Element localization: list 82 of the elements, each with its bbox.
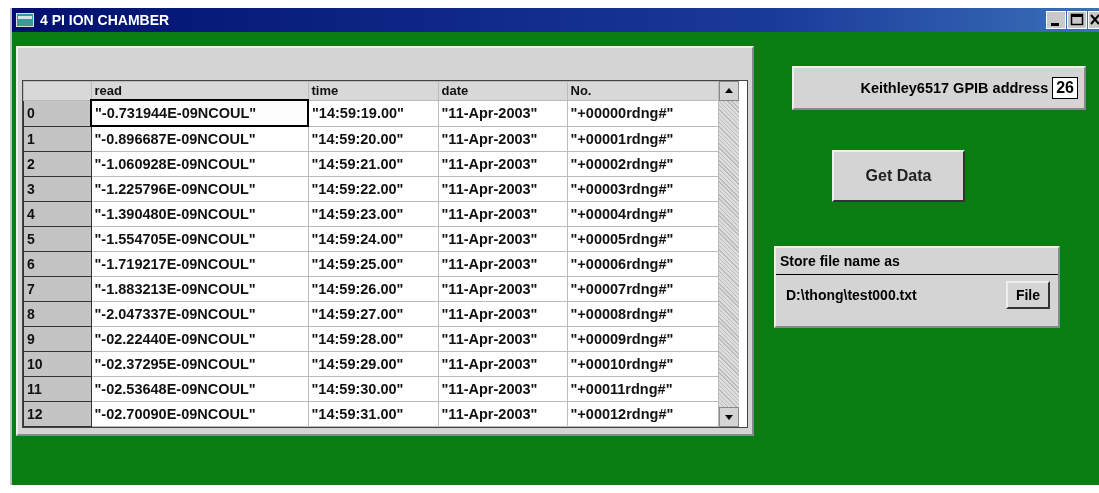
table-cell: "-02.53648E-09NCOUL": [91, 376, 308, 402]
table-cell: "11-Apr-2003": [438, 201, 567, 227]
table-cell: "-1.390480E-09NCOUL": [91, 201, 308, 227]
table-cell: "11-Apr-2003": [438, 401, 567, 427]
table-cell: "+00010rdng#": [567, 351, 718, 377]
scroll-up-icon[interactable]: [718, 81, 739, 101]
table-cell: "+00001rdng#": [567, 126, 718, 152]
file-path: D:\thong\test000.txt: [786, 287, 918, 303]
table-cell: "14:59:24.00": [308, 226, 438, 252]
scroll-down-icon[interactable]: [718, 407, 739, 427]
table-cell: "-02.37295E-09NCOUL": [91, 351, 308, 377]
table-cell: "-1.883213E-09NCOUL": [91, 276, 308, 302]
table-cell: "-1.554705E-09NCOUL": [91, 226, 308, 252]
file-button[interactable]: File: [1005, 281, 1050, 309]
scrollbar[interactable]: [718, 81, 739, 427]
table-cell: "14:59:20.00": [308, 126, 438, 152]
table-cell: "14:59:28.00": [308, 326, 438, 352]
store-label: Store file name as: [780, 253, 900, 269]
close-icon[interactable]: [1088, 11, 1099, 29]
table-cell: "14:59:22.00": [308, 176, 438, 202]
row-header[interactable]: 0: [23, 100, 91, 126]
row-header[interactable]: 5: [23, 226, 91, 252]
row-header[interactable]: 10: [23, 351, 91, 377]
row-header[interactable]: 6: [23, 251, 91, 277]
table-cell: "14:59:25.00": [308, 251, 438, 277]
table-cell: "11-Apr-2003": [438, 100, 567, 126]
row-header[interactable]: 12: [23, 401, 91, 427]
table-cell: "11-Apr-2003": [438, 226, 567, 252]
table-cell: "-1.225796E-09NCOUL": [91, 176, 308, 202]
table-cell: "11-Apr-2003": [438, 126, 567, 152]
table-cell: "-2.047337E-09NCOUL": [91, 301, 308, 327]
table-cell: "-0.731944E-09NCOUL": [91, 100, 308, 126]
table-cell: "+00011rdng#": [567, 376, 718, 402]
column-header: time: [308, 81, 438, 100]
app-icon: [16, 13, 34, 27]
table-cell: "-02.22440E-09NCOUL": [91, 326, 308, 352]
table-cell: "14:59:19.00": [308, 100, 438, 126]
table-cell: "+00009rdng#": [567, 326, 718, 352]
row-header[interactable]: 2: [23, 151, 91, 177]
column-header: date: [438, 81, 567, 100]
table-cell: "14:59:29.00": [308, 351, 438, 377]
minimize-icon[interactable]: [1046, 11, 1066, 29]
table-cell: "14:59:21.00": [308, 151, 438, 177]
row-header[interactable]: 4: [23, 201, 91, 227]
table-cell: "11-Apr-2003": [438, 351, 567, 377]
row-header[interactable]: 9: [23, 326, 91, 352]
row-header[interactable]: 1: [23, 126, 91, 152]
window-title: 4 PI ION CHAMBER: [40, 12, 170, 28]
table-cell: "14:59:30.00": [308, 376, 438, 402]
table-cell: "11-Apr-2003": [438, 326, 567, 352]
row-header[interactable]: 3: [23, 176, 91, 202]
row-header[interactable]: 11: [23, 376, 91, 402]
table-cell: "+00007rdng#": [567, 276, 718, 302]
table-cell: "14:59:23.00": [308, 201, 438, 227]
table-cell: "14:59:27.00": [308, 301, 438, 327]
address-field[interactable]: 26: [1052, 77, 1078, 99]
gpib-label: Keithley6517 GPIB address: [860, 80, 1049, 96]
table-cell: "+00005rdng#": [567, 226, 718, 252]
row-header[interactable]: 8: [23, 301, 91, 327]
table-cell: "11-Apr-2003": [438, 151, 567, 177]
table-cell: "11-Apr-2003": [438, 376, 567, 402]
table-cell: "-1.719217E-09NCOUL": [91, 251, 308, 277]
table-cell: "+00000rdng#": [567, 100, 718, 126]
table-cell: "+00004rdng#": [567, 201, 718, 227]
get-data-button[interactable]: Get Data: [832, 150, 965, 202]
table-cell: "+00003rdng#": [567, 176, 718, 202]
row-header[interactable]: 7: [23, 276, 91, 302]
table-cell: "11-Apr-2003": [438, 176, 567, 202]
table-cell: "+00002rdng#": [567, 151, 718, 177]
table-cell: "-02.70090E-09NCOUL": [91, 401, 308, 427]
table-cell: "11-Apr-2003": [438, 251, 567, 277]
table-cell: "14:59:31.00": [308, 401, 438, 427]
table-cell: "+00008rdng#": [567, 301, 718, 327]
table-cell: "+00012rdng#": [567, 401, 718, 427]
table-cell: "14:59:26.00": [308, 276, 438, 302]
column-header: No.: [567, 81, 718, 100]
table-cell: "11-Apr-2003": [438, 276, 567, 302]
maximize-icon[interactable]: [1067, 11, 1087, 29]
table-cell: "-1.060928E-09NCOUL": [91, 151, 308, 177]
table-cell: "11-Apr-2003": [438, 301, 567, 327]
table-cell: "-0.896687E-09NCOUL": [91, 126, 308, 152]
table-cell: "+00006rdng#": [567, 251, 718, 277]
